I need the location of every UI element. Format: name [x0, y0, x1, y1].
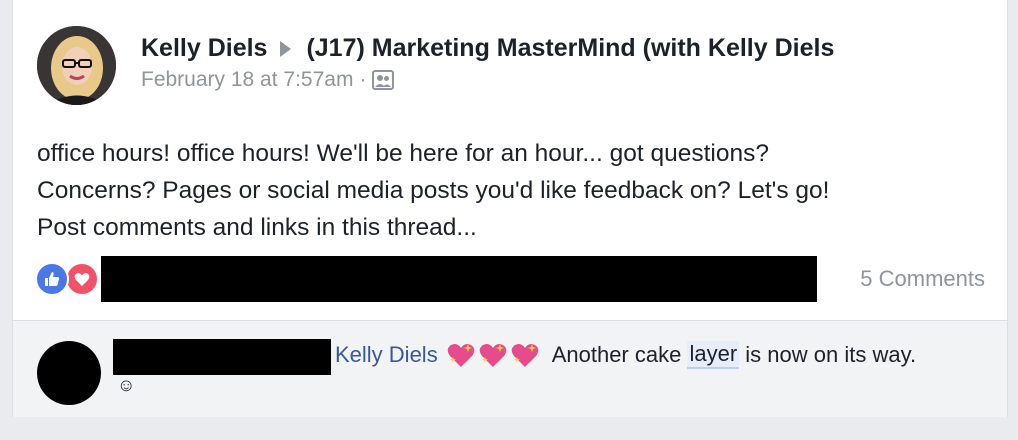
smile-emoji-icon: ☺ [117, 375, 136, 395]
comment-text-before: Another cake [551, 342, 682, 367]
sparkling-heart-icon [511, 344, 538, 367]
sparkling-heart-icon [479, 344, 506, 367]
post-meta: February 18 at 7:57am · [141, 68, 395, 92]
post-text-line: Post comments and links in this thread..… [37, 214, 477, 241]
redacted-reaction-names [101, 256, 817, 302]
meta-separator: · [359, 68, 367, 91]
post-body: office hours! office hours! We'll be her… [37, 135, 997, 246]
reactions-summary[interactable] [35, 262, 105, 296]
comments-section: Kelly Diels Another cake layer is now on… [13, 320, 1007, 417]
commenter-avatar-redacted[interactable] [37, 341, 101, 405]
post-text-line: Concerns? Pages or social media posts yo… [37, 177, 830, 204]
post-timestamp[interactable]: February 18 at 7:57am [141, 68, 353, 92]
author-name-link[interactable]: Kelly Diels [141, 34, 267, 63]
post-card: Kelly Diels (J17) Marketing MasterMind (… [12, 0, 1008, 417]
sparkling-heart-icon [447, 344, 474, 367]
comment-text: Kelly Diels Another cake layer is now on… [335, 341, 916, 369]
heart-emojis [446, 341, 542, 369]
mention-link[interactable]: Kelly Diels [335, 342, 438, 368]
commenter-name-redacted [113, 339, 331, 375]
highlighted-word[interactable]: layer [687, 341, 740, 369]
arrow-right-icon [280, 40, 292, 57]
post-header: Kelly Diels (J17) Marketing MasterMind (… [141, 34, 834, 63]
comment-text-after: is now on its way. [745, 342, 917, 367]
comments-count-link[interactable]: 5 Comments [860, 266, 985, 292]
post-text-line: office hours! office hours! We'll be her… [37, 140, 769, 167]
like-reaction-icon [35, 262, 69, 296]
author-avatar[interactable] [37, 26, 116, 105]
group-audience-icon[interactable] [372, 70, 395, 90]
love-reaction-icon [65, 262, 99, 296]
author-photo [37, 26, 116, 105]
group-name-link[interactable]: (J17) Marketing MasterMind (with Kelly D… [306, 34, 834, 63]
